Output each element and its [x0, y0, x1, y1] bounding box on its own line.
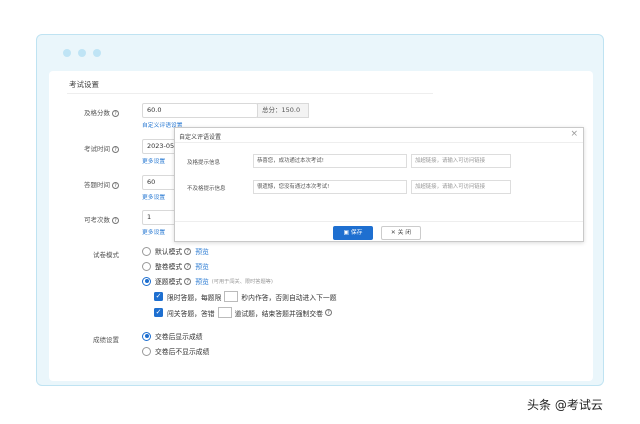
pass-link-input[interactable]: 加超链接，请输入可访问链接 — [411, 154, 511, 168]
radio-icon[interactable] — [142, 246, 151, 256]
save-button[interactable]: ▣ 保存 — [333, 226, 373, 240]
preview-link[interactable]: 预览 — [195, 261, 209, 271]
timed-answer-option[interactable]: ✓ 限时答题，每题限 秒内作答，否则自动进入下一题 — [154, 291, 337, 302]
pass-score-label: 及格分数? — [49, 107, 119, 117]
divider — [175, 142, 583, 143]
level-answer-option[interactable]: ✓ 闯关答题，答错 道试题，结束答题并强制交卷 ? — [154, 307, 332, 318]
watermark: 头条 @考试云 — [527, 398, 603, 412]
help-icon[interactable]: ? — [112, 216, 119, 224]
close-button[interactable]: ✕ 关 闭 — [381, 226, 421, 240]
custom-comment-dialog: 自定义评语设置 × 及格提示信息 恭喜您，成功通过本次考试! 加超链接，请输入可… — [174, 127, 584, 242]
checkbox-checked-icon[interactable]: ✓ — [154, 308, 163, 317]
help-icon[interactable]: ? — [184, 247, 192, 255]
divider — [67, 93, 433, 94]
radio-selected-icon[interactable] — [142, 276, 151, 286]
answer-time-label: 答题时间? — [49, 179, 119, 189]
window-controls — [63, 49, 101, 57]
show-score-option[interactable]: 交卷后显示成绩 — [142, 331, 203, 341]
save-icon: ▣ — [343, 230, 350, 236]
fail-link-input[interactable]: 加超链接，请输入可访问链接 — [411, 180, 511, 194]
close-icon: ✕ — [390, 230, 396, 236]
help-icon[interactable]: ? — [112, 181, 119, 189]
pass-score-input[interactable]: 60.0 — [142, 103, 258, 118]
mode-hint: (可用于闯关、限时答题等) — [211, 278, 273, 285]
preview-link[interactable]: 预览 — [195, 246, 209, 256]
paper-mode-label: 试卷模式 — [93, 251, 119, 259]
preview-link[interactable]: 预览 — [195, 276, 209, 286]
fail-message-input[interactable]: 很遗憾，您没有通过本次考试! — [253, 180, 407, 194]
score-setting-label: 成绩设置 — [93, 336, 119, 344]
window-dot-icon[interactable] — [93, 49, 101, 57]
window-dot-icon[interactable] — [78, 49, 86, 57]
help-icon[interactable]: ? — [324, 309, 332, 316]
pass-message-label: 及格提示信息 — [187, 160, 221, 166]
mode-full-option[interactable]: 整卷模式 ? 预览 — [142, 261, 209, 271]
pass-message-input[interactable]: 恭喜您，成功通过本次考试! — [253, 154, 407, 168]
attempts-more-link[interactable]: 更多设置 — [142, 227, 165, 236]
total-score-addon: 总分：150.0 — [257, 103, 309, 118]
mode-default-option[interactable]: 默认模式 ? 预览 — [142, 246, 209, 256]
radio-selected-icon[interactable] — [142, 331, 151, 341]
dialog-title: 自定义评语设置 — [179, 134, 222, 141]
section-title: 考试设置 — [69, 80, 99, 89]
exam-time-label: 考试时间? — [49, 143, 119, 153]
help-icon[interactable]: ? — [112, 145, 119, 153]
divider — [175, 221, 583, 222]
attempts-label: 可考次数? — [49, 214, 119, 224]
help-icon[interactable]: ? — [184, 277, 192, 285]
close-icon[interactable]: × — [570, 129, 578, 139]
answer-time-more-link[interactable]: 更多设置 — [142, 192, 165, 201]
help-icon[interactable]: ? — [112, 109, 119, 117]
seconds-input[interactable] — [224, 291, 239, 302]
help-icon[interactable]: ? — [184, 262, 192, 270]
radio-icon[interactable] — [142, 261, 151, 271]
window-dot-icon[interactable] — [63, 49, 71, 57]
exam-time-more-link[interactable]: 更多设置 — [142, 156, 165, 165]
radio-icon[interactable] — [142, 346, 151, 356]
hide-score-option[interactable]: 交卷后不显示成绩 — [142, 346, 209, 356]
wrong-count-input[interactable] — [217, 307, 232, 318]
fail-message-label: 不及格提示信息 — [187, 186, 226, 192]
checkbox-checked-icon[interactable]: ✓ — [154, 292, 163, 301]
mode-per-question-option[interactable]: 逐题模式 ? 预览 (可用于闯关、限时答题等) — [142, 276, 273, 286]
